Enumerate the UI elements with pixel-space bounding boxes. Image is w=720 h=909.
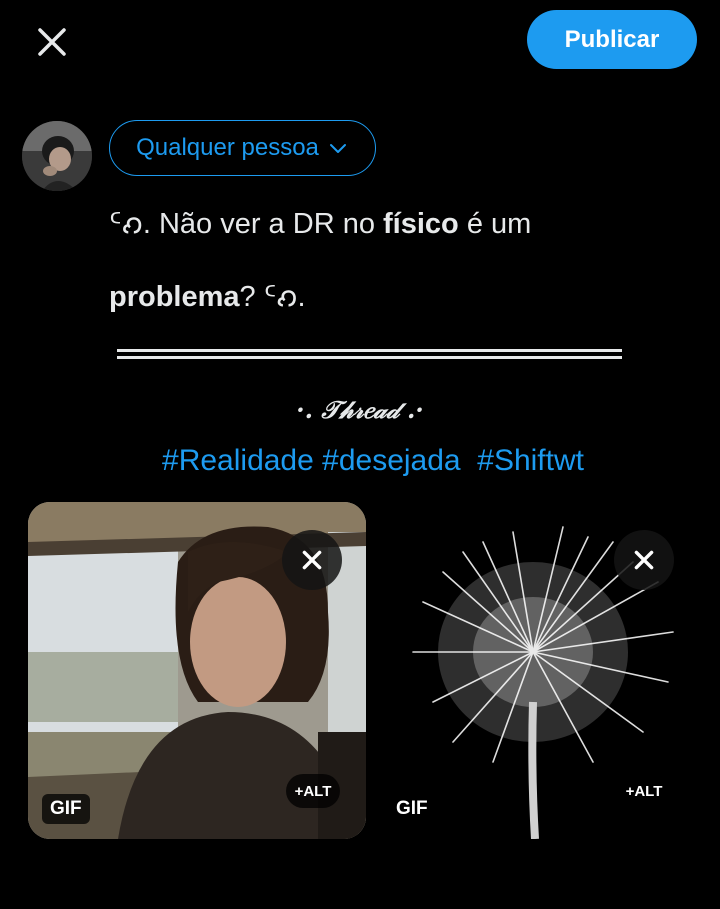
close-icon [634,550,654,570]
text-bold-segment: problema [109,281,240,313]
avatar[interactable] [22,121,92,191]
audience-label: Qualquer pessoa [136,134,319,161]
divider-line [117,356,622,359]
thread-label: ·. 𝒯𝒽𝓇𝑒𝒶𝒹 .· [296,395,424,424]
post-text-area[interactable]: ᑦ𐑺. Não ver a DR no físico é um problema… [109,188,689,334]
close-icon [302,550,322,570]
alt-text-button[interactable]: +ALT [617,774,671,808]
gif-badge: GIF [42,794,90,824]
divider-line [117,349,622,352]
text-segment: ? ᑦ𐑺. [239,281,306,313]
close-icon [38,28,66,56]
media-attachment[interactable]: GIF +ALT [28,502,366,839]
hashtags[interactable]: #Realidade #desejada #Shiftwt [0,444,720,478]
post-text-line-1: ᑦ𐑺. Não ver a DR no físico é um [109,188,689,261]
post-text-line-2: problema? ᑦ𐑺. [109,261,689,334]
publish-button[interactable]: Publicar [527,10,697,69]
chevron-down-icon [329,144,346,153]
close-button[interactable] [30,20,74,64]
gif-badge: GIF [388,794,436,824]
avatar-image [22,121,92,191]
alt-text-button[interactable]: +ALT [286,774,340,808]
remove-media-button[interactable] [282,530,342,590]
text-segment: é um [458,208,532,240]
text-bold-segment: físico [383,208,459,240]
text-segment: ᑦ𐑺. Não ver a DR no [109,208,384,240]
media-attachment[interactable]: GIF +ALT [383,502,703,839]
audience-selector[interactable]: Qualquer pessoa [109,120,376,176]
remove-media-button[interactable] [614,530,674,590]
